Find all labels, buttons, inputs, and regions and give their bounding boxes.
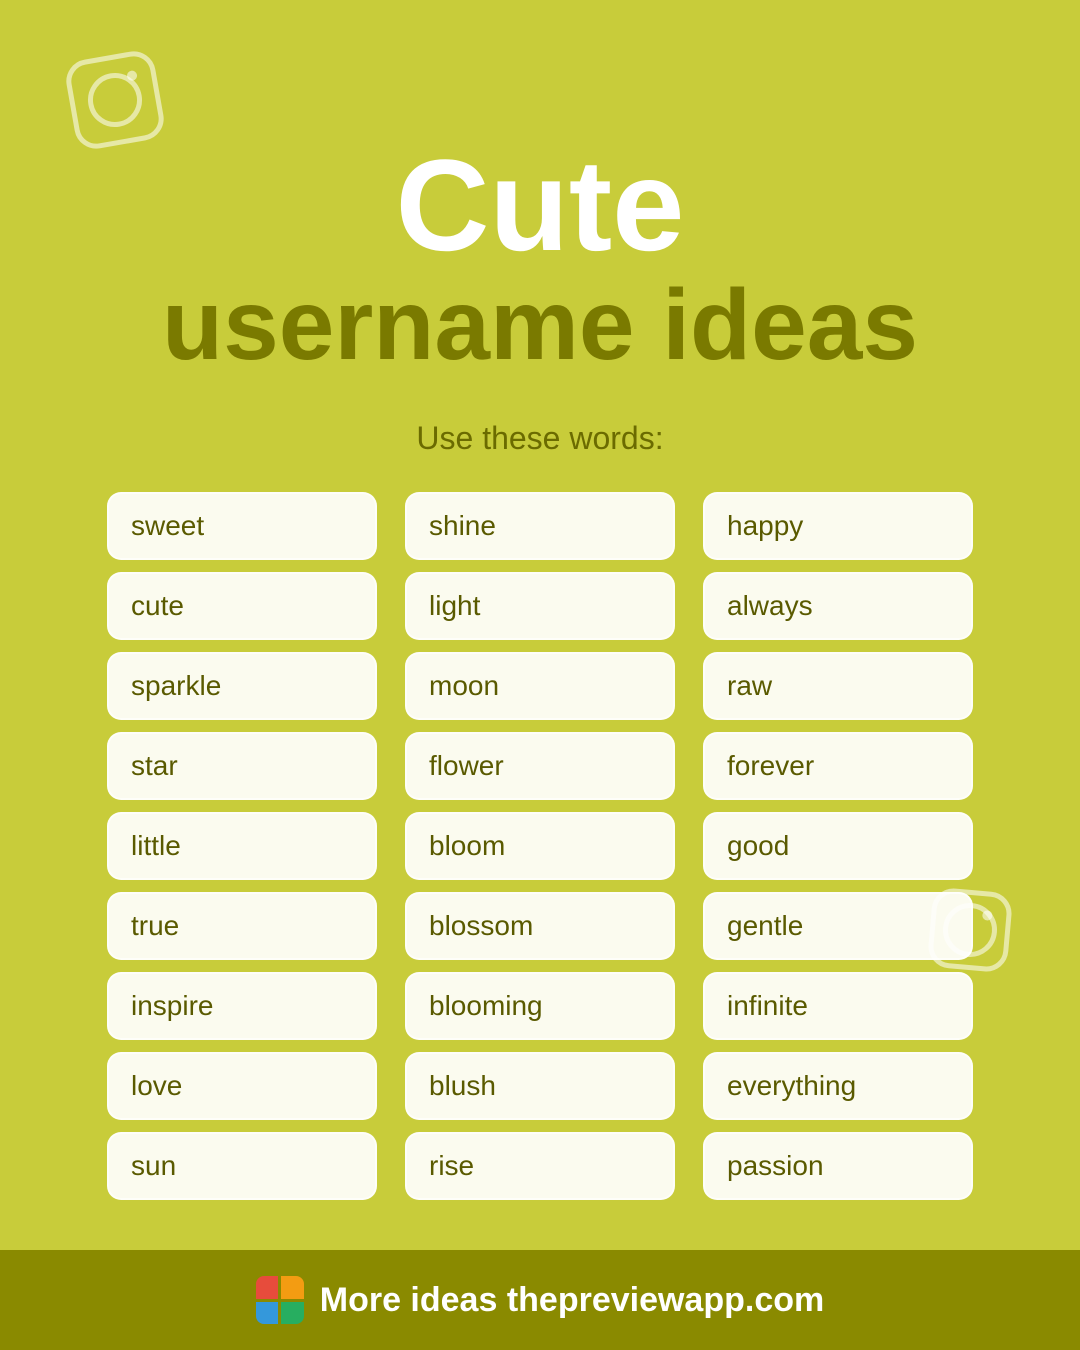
word-pill: light xyxy=(405,572,675,640)
word-pill: raw xyxy=(703,652,973,720)
title-line2: username ideas xyxy=(162,270,918,380)
word-column-1: sweet cute sparkle star little true inspire lov… xyxy=(107,492,377,1200)
word-pill: happy xyxy=(703,492,973,560)
word-column-3: happyalwaysrawforevergoodgentleinfinitee… xyxy=(703,492,973,1200)
instagram-icon-topleft xyxy=(63,48,167,152)
word-pill: blooming xyxy=(405,972,675,1040)
word-pill: love xyxy=(107,1052,377,1120)
word-pill: flower xyxy=(405,732,675,800)
footer-text: More ideas thepreviewapp.com xyxy=(320,1281,825,1320)
word-pill: blush xyxy=(405,1052,675,1120)
word-pill: blossom xyxy=(405,892,675,960)
word-pill: bloom xyxy=(405,812,675,880)
footer: More ideas thepreviewapp.com xyxy=(0,1250,1080,1350)
word-pill: inspire xyxy=(107,972,377,1040)
word-pill: forever xyxy=(703,732,973,800)
main-content: Cute username ideas Use these words: swe… xyxy=(0,0,1080,1250)
words-grid: sweet cute sparkle star little true inspire lov… xyxy=(80,492,1000,1200)
icon-orange xyxy=(281,1276,304,1299)
word-pill: shine xyxy=(405,492,675,560)
word-pill: sun xyxy=(107,1132,377,1200)
word-pill: sweet xyxy=(107,492,377,560)
word-pill: good xyxy=(703,812,973,880)
title-line1: Cute xyxy=(396,140,685,270)
word-column-2: shine light moon flower bloom blossom blooming… xyxy=(405,492,675,1200)
word-pill: moon xyxy=(405,652,675,720)
word-pill: infinite xyxy=(703,972,973,1040)
word-pill: little xyxy=(107,812,377,880)
word-pill: sparkle xyxy=(107,652,377,720)
word-pill: true xyxy=(107,892,377,960)
word-pill: always xyxy=(703,572,973,640)
icon-green xyxy=(281,1302,304,1325)
word-pill: passion xyxy=(703,1132,973,1200)
word-pill: rise xyxy=(405,1132,675,1200)
icon-red xyxy=(256,1276,279,1299)
icon-blue xyxy=(256,1302,279,1325)
word-pill: star xyxy=(107,732,377,800)
instagram-icon-right xyxy=(927,887,1014,974)
preview-app-icon xyxy=(256,1276,304,1324)
word-pill: cute xyxy=(107,572,377,640)
word-pill: everything xyxy=(703,1052,973,1120)
subtitle-text: Use these words: xyxy=(416,420,663,457)
